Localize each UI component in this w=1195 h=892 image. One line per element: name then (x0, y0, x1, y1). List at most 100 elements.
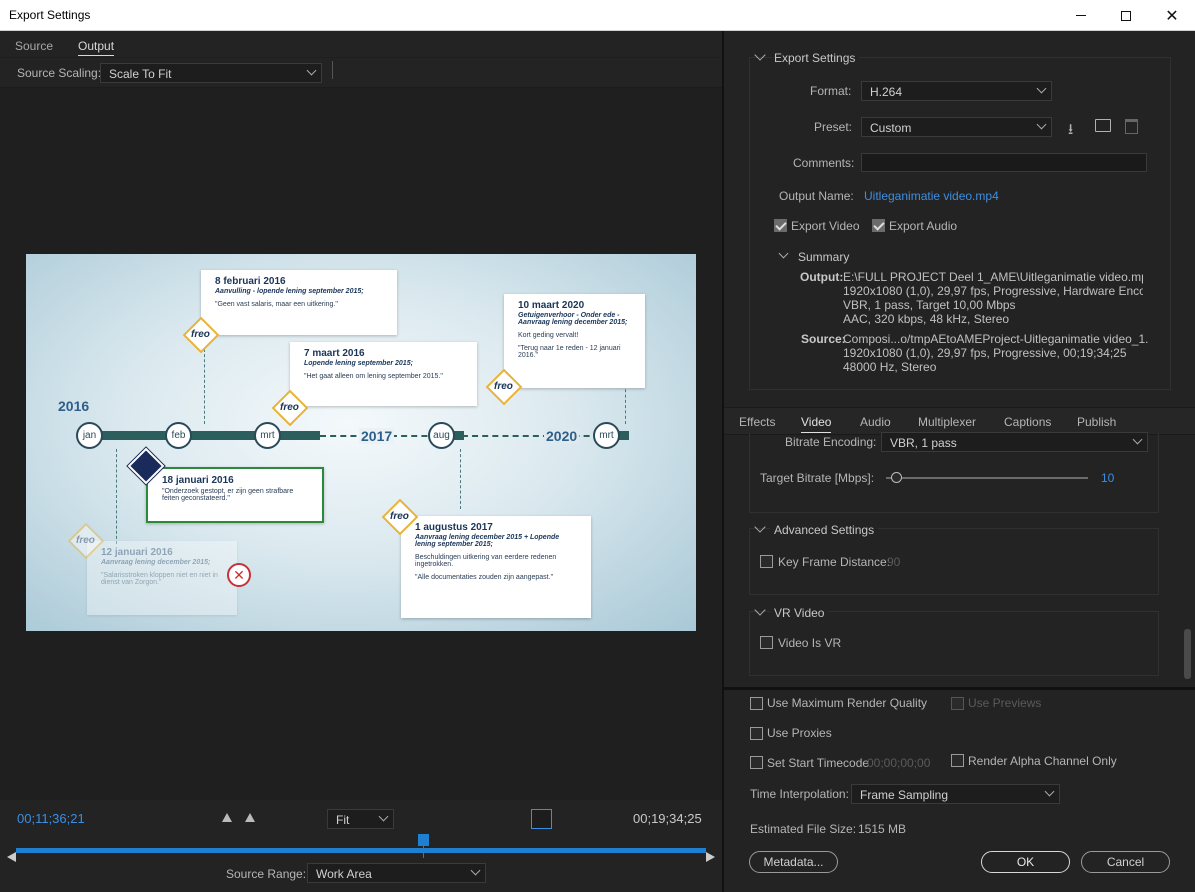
video-preview-frame: 2016 2017 2020 jan feb mrt aug mrt 8 feb… (26, 254, 696, 631)
chevron-down-icon (1036, 83, 1047, 94)
maximize-button[interactable] (1103, 0, 1149, 31)
minimize-button[interactable] (1058, 0, 1104, 31)
video-is-vr-label: Video Is VR (778, 636, 842, 650)
key-frame-checkbox[interactable] (760, 555, 773, 568)
event-title: 8 februari 2016 (215, 276, 286, 287)
tab-effects[interactable]: Effects (739, 415, 775, 429)
render-alpha-label: Render Alpha Channel Only (968, 754, 1117, 768)
metadata-button[interactable]: Metadata... (749, 851, 838, 873)
estimated-size-value: 1515 MB (858, 822, 907, 836)
year-label: 2017 (359, 428, 395, 444)
range-start-handle[interactable] (7, 852, 16, 862)
event-card: 1 augustus 2017 Aanvraag lening december… (401, 516, 591, 618)
render-alpha-checkbox[interactable] (951, 754, 964, 767)
use-proxies-checkbox[interactable] (750, 727, 763, 740)
current-timecode[interactable]: 00;11;36;21 (17, 811, 85, 826)
range-end-handle[interactable] (706, 852, 715, 862)
summary-output-text: E:\FULL PROJECT Deel 1_AME\Uitleganimati… (843, 270, 1143, 326)
zoom-value: Fit (336, 813, 350, 827)
advanced-settings-heading: Advanced Settings (770, 523, 879, 537)
freo-logo-text: freo (494, 381, 513, 392)
set-out-point-icon[interactable] (245, 813, 255, 822)
timeline-track[interactable] (16, 848, 706, 853)
event-title: 18 januari 2016 (162, 475, 234, 486)
connector (116, 449, 117, 544)
use-proxies-label: Use Proxies (767, 726, 832, 740)
tab-source[interactable]: Source (15, 39, 53, 53)
video-is-vr-checkbox[interactable] (760, 636, 773, 649)
format-value: H.264 (870, 85, 903, 99)
import-preset-icon[interactable] (1095, 119, 1111, 132)
use-previews-checkbox[interactable] (951, 697, 964, 710)
cancel-button[interactable]: Cancel (1081, 851, 1170, 873)
year-label: 2016 (58, 398, 90, 414)
export-video-checkbox[interactable] (774, 219, 787, 232)
source-range-value: Work Area (316, 867, 372, 881)
playhead-handle[interactable] (418, 834, 430, 846)
playhead-line (423, 846, 425, 858)
connector (204, 349, 205, 424)
event-quote: "Terug naar 1e reden - 12 januari 2016." (518, 345, 621, 359)
freo-logo-text: freo (280, 402, 299, 413)
close-button[interactable]: ✕ (1149, 0, 1195, 31)
delete-preset-icon[interactable] (1125, 119, 1138, 134)
tab-audio[interactable]: Audio (860, 415, 891, 429)
source-range-label: Source Range: (226, 867, 307, 881)
key-frame-value: 90 (887, 555, 901, 569)
event-subtitle: Aanvraag lening december 2015; (101, 559, 211, 566)
vr-video-heading: VR Video (770, 606, 829, 620)
tab-video[interactable]: Video (801, 415, 832, 433)
set-in-point-icon[interactable] (222, 813, 232, 822)
preset-label: Preset: (814, 120, 853, 134)
bitrate-encoding-dropdown[interactable]: VBR, 1 pass (881, 432, 1148, 452)
window-title: Export Settings (9, 8, 91, 22)
chevron-down-icon (470, 865, 481, 876)
total-duration: 00;19;34;25 (633, 811, 702, 826)
preset-dropdown[interactable]: Custom (861, 117, 1052, 137)
event-quote: Beschuldingen uitkering van eerdere rede… (415, 554, 557, 568)
export-audio-checkbox[interactable] (872, 219, 885, 232)
target-bitrate-value[interactable]: 10 (1101, 471, 1114, 485)
source-scaling-label: Source Scaling: (17, 66, 102, 80)
format-dropdown[interactable]: H.264 (861, 81, 1052, 101)
aspect-correction-icon[interactable] (531, 809, 552, 829)
close-icon: ✕ (1165, 7, 1179, 25)
format-label: Format: (810, 84, 852, 98)
freo-logo-text: freo (390, 511, 409, 522)
ok-button[interactable]: OK (981, 851, 1070, 873)
summary-line: AAC, 320 kbps, 48 kHz, Stereo (843, 312, 1010, 326)
event-title: 7 maart 2016 (304, 348, 365, 359)
output-name-link[interactable]: Uitleganimatie video.mp4 (864, 189, 999, 203)
comments-input[interactable] (861, 153, 1147, 172)
tab-multiplexer[interactable]: Multiplexer (918, 415, 976, 429)
source-scaling-value: Scale To Fit (109, 67, 172, 81)
divider (724, 687, 1195, 690)
time-interpolation-dropdown[interactable]: Frame Sampling (851, 784, 1060, 804)
panel-divider (722, 31, 724, 892)
save-preset-icon[interactable]: ⭳ (1068, 119, 1073, 144)
zoom-dropdown[interactable]: Fit (327, 809, 394, 829)
event-subtitle: Lopende lening september 2015; (304, 360, 413, 367)
max-render-quality-label: Use Maximum Render Quality (767, 696, 928, 710)
tab-captions[interactable]: Captions (1004, 415, 1051, 429)
target-bitrate-slider[interactable] (886, 477, 1088, 479)
scrollbar-thumb[interactable] (1184, 629, 1191, 679)
tab-publish[interactable]: Publish (1077, 415, 1116, 429)
month-node: feb (165, 422, 192, 449)
tab-output[interactable]: Output (78, 39, 115, 56)
time-interpolation-label: Time Interpolation: (750, 787, 849, 801)
export-settings-heading: Export Settings (774, 51, 860, 65)
source-range-dropdown[interactable]: Work Area (307, 863, 486, 883)
timeline-segment (454, 431, 464, 440)
month-node: mrt (593, 422, 620, 449)
playback-controls: 00;11;36;21 Fit 00;19;34;25 Source Range… (0, 800, 722, 892)
max-render-quality-checkbox[interactable] (750, 697, 763, 710)
set-start-timecode-checkbox[interactable] (750, 756, 763, 769)
month-node: jan (76, 422, 103, 449)
connector (625, 384, 626, 424)
chevron-down-icon (1044, 786, 1055, 797)
source-scaling-row: Source Scaling: Scale To Fit (0, 58, 722, 88)
source-scaling-dropdown[interactable]: Scale To Fit (100, 63, 322, 83)
source-output-tabs: Source Output (0, 31, 722, 57)
event-subtitle: Getuigenverhoor - Onder ede - Aanvraag l… (518, 312, 628, 326)
